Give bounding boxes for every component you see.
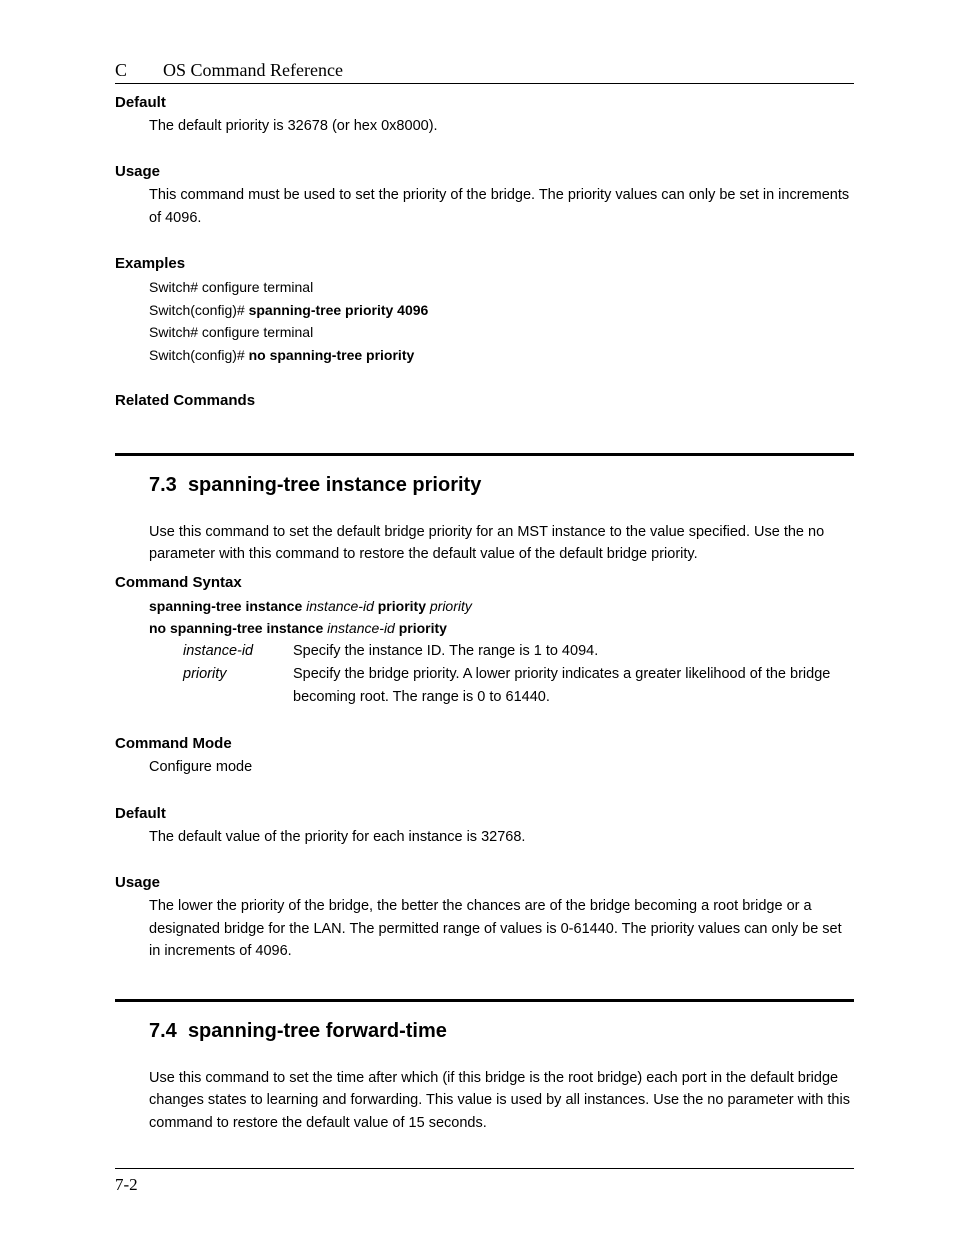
default-text: The default priority is 32678 (or hex 0x… <box>149 115 854 137</box>
parameter-description: Specify the bridge priority. A lower pri… <box>293 663 854 709</box>
header-title: OS Command Reference <box>163 60 343 81</box>
header-rule <box>115 83 854 84</box>
example-line: Switch# configure terminal <box>149 276 854 298</box>
page-footer: 7-2 <box>115 1168 854 1195</box>
section-title: 7.3 spanning-tree instance priority <box>149 474 854 497</box>
syntax-line: spanning-tree instance instance-id prior… <box>149 595 854 617</box>
section-heading-related: Related Commands <box>115 392 854 409</box>
parameter-description: Specify the instance ID. The range is 1 … <box>293 640 854 663</box>
syntax-line: no spanning-tree instance instance-id pr… <box>149 617 854 639</box>
parameter-row: instance-id Specify the instance ID. The… <box>183 640 854 663</box>
section-intro: Use this command to set the time after w… <box>149 1067 854 1134</box>
parameter-name: priority <box>183 663 293 709</box>
example-line: Switch(config)# spanning-tree priority 4… <box>149 299 854 321</box>
example-line: Switch# configure terminal <box>149 321 854 343</box>
section-heading-command-syntax: Command Syntax <box>115 574 854 591</box>
section-heading-command-mode: Command Mode <box>115 735 854 752</box>
usage-text: This command must be used to set the pri… <box>149 184 854 229</box>
footer-rule <box>115 1168 854 1169</box>
usage-text: The lower the priority of the bridge, th… <box>149 895 854 962</box>
section-7-3: 7.3 spanning-tree instance priority Use … <box>115 453 854 963</box>
section-heading-usage: Usage <box>115 874 854 891</box>
parameter-row: priority Specify the bridge priority. A … <box>183 663 854 709</box>
document-page: C OS Command Reference Default The defau… <box>0 0 954 1235</box>
running-header: C OS Command Reference <box>115 60 854 81</box>
section-heading-usage: Usage <box>115 163 854 180</box>
chapter-letter: C <box>115 60 127 81</box>
page-number: 7-2 <box>115 1175 854 1195</box>
section-heading-examples: Examples <box>115 255 854 272</box>
section-heading-default: Default <box>115 94 854 111</box>
command-mode-text: Configure mode <box>149 756 854 778</box>
section-7-4: 7.4 spanning-tree forward-time Use this … <box>115 999 854 1134</box>
default-text: The default value of the priority for ea… <box>149 826 854 848</box>
parameter-name: instance-id <box>183 640 293 663</box>
example-line: Switch(config)# no spanning-tree priorit… <box>149 344 854 366</box>
section-heading-default: Default <box>115 805 854 822</box>
section-rule <box>115 999 854 1002</box>
section-intro: Use this command to set the default brid… <box>149 521 854 566</box>
section-title: 7.4 spanning-tree forward-time <box>149 1020 854 1043</box>
section-rule <box>115 453 854 456</box>
